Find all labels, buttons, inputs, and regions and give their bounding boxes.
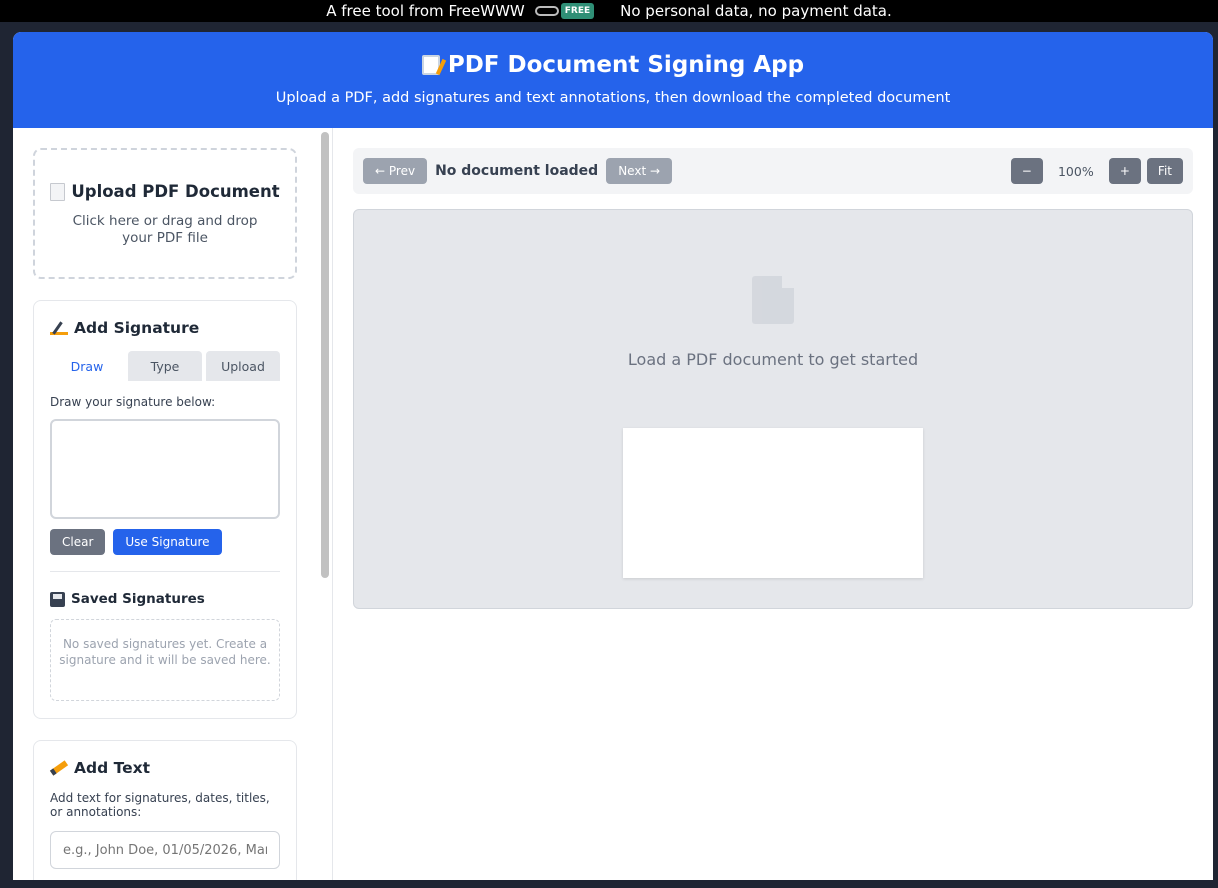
text-title: Add Text xyxy=(49,759,280,777)
fit-button[interactable]: Fit xyxy=(1146,158,1183,184)
free-badge-label: FREE xyxy=(560,3,595,19)
divider xyxy=(50,571,280,572)
clear-button[interactable]: Clear xyxy=(50,529,106,555)
promo-left[interactable]: A free tool from FreeWWW FREE xyxy=(326,2,595,20)
pdf-page-canvas[interactable] xyxy=(623,428,923,578)
tab-draw[interactable]: Draw xyxy=(50,351,124,381)
link-icon xyxy=(534,6,559,16)
zoom-out-button[interactable]: − xyxy=(1010,158,1043,184)
upload-hint: Click here or drag and drop your PDF fil… xyxy=(72,213,258,246)
page-subtitle: Upload a PDF, add signatures and text an… xyxy=(275,90,951,106)
sidebar-scrollbar[interactable] xyxy=(321,132,329,578)
prev-page-button[interactable]: ← Prev xyxy=(363,158,428,184)
document-status: No document loaded xyxy=(435,163,599,179)
document-icon xyxy=(50,182,66,201)
floppy-disk-icon xyxy=(50,591,65,607)
use-signature-button[interactable]: Use Signature xyxy=(113,529,222,555)
freewww-badge[interactable]: FREE xyxy=(534,3,595,19)
signature-title: Add Signature xyxy=(50,319,280,337)
signature-card: Add Signature Draw Type Upload Draw your… xyxy=(33,300,297,719)
writing-hand-icon xyxy=(50,321,68,335)
pdf-viewer[interactable]: Load a PDF document to get started xyxy=(353,209,1193,609)
zoom-level: 100% xyxy=(1057,163,1094,179)
viewer-empty-message: Load a PDF document to get started xyxy=(627,350,919,369)
upload-dropzone[interactable]: Upload PDF Document Click here or drag a… xyxy=(33,148,297,279)
page-title: PDF Document Signing App xyxy=(13,52,1213,78)
zoom-in-button[interactable]: + xyxy=(1108,158,1141,184)
app-container: PDF Document Signing App Upload a PDF, a… xyxy=(13,32,1213,880)
signature-canvas[interactable] xyxy=(50,419,280,519)
app-body: Upload PDF Document Click here or drag a… xyxy=(13,128,1213,880)
text-input[interactable] xyxy=(50,831,280,869)
main-panel: ← Prev No document loaded Next → − 100% … xyxy=(333,128,1213,880)
promo-text: A free tool from FreeWWW xyxy=(326,2,525,20)
viewer-toolbar: ← Prev No document loaded Next → − 100% … xyxy=(353,148,1193,194)
text-title-text: Add Text xyxy=(74,759,151,777)
saved-signatures-empty: No saved signatures yet. Create a signat… xyxy=(50,619,280,701)
draw-label: Draw your signature below: xyxy=(50,395,216,409)
upload-title: Upload PDF Document xyxy=(35,182,295,201)
pencil-icon xyxy=(49,760,69,776)
page-title-text: PDF Document Signing App xyxy=(447,52,805,78)
saved-signatures-title: Saved Signatures xyxy=(50,591,280,607)
upload-title-text: Upload PDF Document xyxy=(71,182,280,201)
text-card: Add Text Add text for signatures, dates,… xyxy=(33,740,297,880)
signature-title-text: Add Signature xyxy=(74,319,200,337)
signature-actions: Clear Use Signature xyxy=(50,529,280,555)
app-header: PDF Document Signing App Upload a PDF, a… xyxy=(13,32,1213,128)
tab-upload[interactable]: Upload xyxy=(206,351,280,381)
sidebar: Upload PDF Document Click here or drag a… xyxy=(13,128,333,880)
next-page-button[interactable]: Next → xyxy=(606,158,673,184)
memo-icon xyxy=(421,55,440,75)
promo-bar: A free tool from FreeWWW FREE No persona… xyxy=(0,0,1218,22)
tab-type[interactable]: Type xyxy=(128,351,202,381)
text-hint: Add text for signatures, dates, titles, … xyxy=(50,791,270,819)
saved-title-text: Saved Signatures xyxy=(71,591,205,607)
document-icon xyxy=(752,276,794,324)
privacy-note: No personal data, no payment data. xyxy=(620,2,892,20)
signature-tabs: Draw Type Upload xyxy=(50,351,280,381)
